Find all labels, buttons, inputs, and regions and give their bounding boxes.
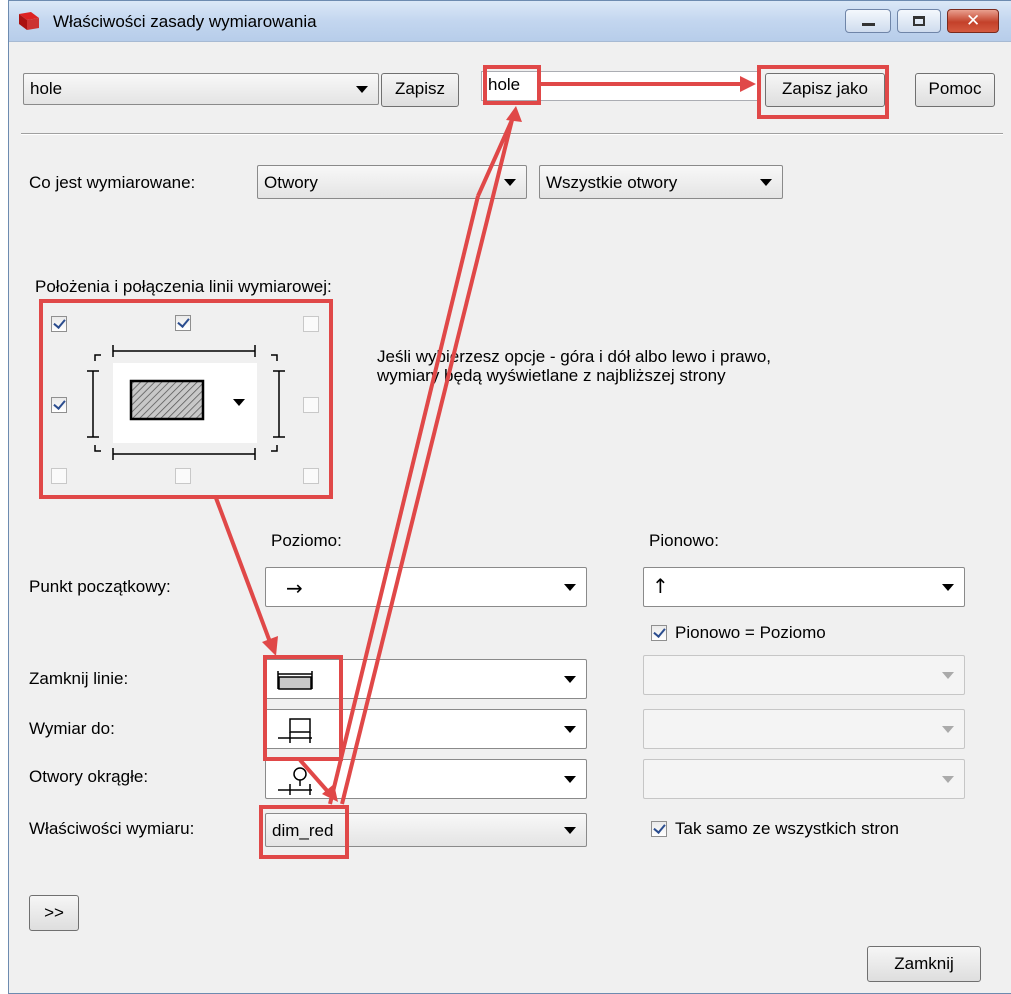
dim-properties-label: Właściwości wymiaru:: [29, 819, 195, 838]
dimension-to-vertical-select[interactable]: [643, 709, 965, 749]
same-all-sides-label: Tak samo ze wszystkich stron: [675, 819, 899, 838]
close-icon: ✕: [966, 11, 981, 31]
maximize-button[interactable]: [897, 9, 941, 33]
help-button[interactable]: Pomoc: [915, 73, 995, 107]
chevron-down-icon: [564, 776, 576, 783]
window-title: Właściwości zasady wymiarowania: [53, 12, 317, 31]
positions-hint: Jeśli wybierzesz opcje - góra i dół albo…: [377, 347, 772, 385]
dimension-type-select[interactable]: Otwory: [257, 165, 527, 199]
start-point-label: Punkt początkowy:: [29, 577, 171, 596]
annotation-box-dim-properties: [259, 805, 349, 859]
vertical-column-label: Pionowo:: [649, 531, 719, 550]
arrow-right-icon: →: [286, 576, 303, 600]
start-point-vertical-select[interactable]: ↑: [643, 567, 965, 607]
round-hole-icon: [278, 767, 312, 795]
chevron-down-icon: [942, 584, 954, 591]
close-lines-vertical-select[interactable]: [643, 655, 965, 695]
annotation-box-positions: [39, 299, 333, 499]
chevron-down-icon: [564, 676, 576, 683]
minimize-button[interactable]: [845, 9, 891, 33]
chevron-down-icon: [564, 726, 576, 733]
title-bar: Właściwości zasady wymiarowania ✕: [9, 1, 1011, 42]
annotation-box-save-as: [757, 65, 889, 119]
horizontal-column-label: Poziomo:: [271, 531, 342, 550]
annotation-box-name-input: [483, 65, 541, 105]
chevron-down-icon: [942, 726, 954, 733]
positions-label: Położenia i połączenia linii wymiarowej:: [35, 277, 332, 296]
save-button[interactable]: Zapisz: [381, 73, 459, 107]
dialog-window: Właściwości zasady wymiarowania ✕ hole Z…: [8, 0, 1011, 994]
chevron-down-icon: [564, 827, 576, 834]
round-holes-label: Otwory okrągłe:: [29, 767, 149, 786]
app-icon: [19, 12, 39, 30]
dimension-to-label: Wymiar do:: [29, 719, 115, 738]
same-all-sides-checkbox[interactable]: [651, 821, 667, 837]
chevron-down-icon: [942, 776, 954, 783]
start-point-horizontal-select[interactable]: →: [265, 567, 587, 607]
close-window-button[interactable]: ✕: [947, 9, 999, 33]
chevron-down-icon: [356, 86, 368, 93]
annotation-box-line-icons: [263, 655, 343, 761]
expand-button[interactable]: >>: [29, 895, 79, 931]
vertical-equals-horizontal-checkbox[interactable]: [651, 625, 667, 641]
maximize-icon: [913, 16, 925, 26]
vertical-equals-horizontal-label: Pionowo = Poziomo: [675, 623, 826, 642]
close-button[interactable]: Zamknij: [867, 946, 981, 982]
chevron-down-icon: [942, 672, 954, 679]
arrow-up-icon: ↑: [652, 574, 669, 598]
minimize-icon: [862, 23, 875, 26]
chevron-down-icon: [504, 179, 516, 186]
dimension-scope-value: Wszystkie otwory: [546, 173, 678, 192]
rule-select[interactable]: hole: [23, 73, 379, 105]
dimension-type-value: Otwory: [264, 173, 318, 192]
round-holes-vertical-select[interactable]: [643, 759, 965, 799]
close-lines-label: Zamknij linie:: [29, 669, 129, 688]
dimension-scope-select[interactable]: Wszystkie otwory: [539, 165, 783, 199]
what-dimensioned-label: Co jest wymiarowane:: [29, 173, 196, 192]
chevron-down-icon: [564, 584, 576, 591]
chevron-down-icon: [760, 179, 772, 186]
rule-select-value: hole: [30, 79, 63, 98]
round-holes-select[interactable]: [265, 759, 587, 799]
separator: [21, 133, 1003, 135]
